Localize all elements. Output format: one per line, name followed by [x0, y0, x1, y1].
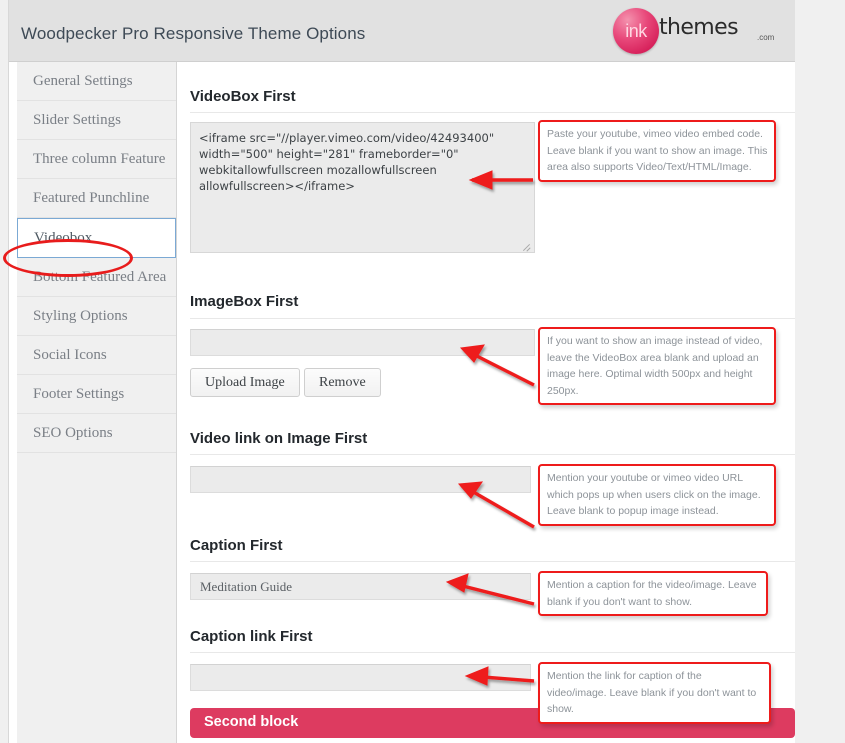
annotation-imagebox-hint: If you want to show an image instead of … — [538, 327, 776, 405]
imagebox-divider — [190, 318, 795, 319]
logo-word-text: themes — [659, 15, 739, 40]
annotation-video-link-hint: Mention your youtube or vimeo video URL … — [538, 464, 776, 526]
caption-divider — [190, 561, 795, 562]
sidebar-item-seo-options[interactable]: SEO Options — [17, 414, 176, 453]
sidebar-item-styling-options[interactable]: Styling Options — [17, 297, 176, 336]
annotation-caption-hint: Mention a caption for the video/image. L… — [538, 571, 768, 616]
annotation-caption-link-hint: Mention the link for caption of the vide… — [538, 662, 771, 724]
video-link-input[interactable] — [190, 466, 531, 493]
video-link-section-title: Video link on Image First — [190, 430, 368, 447]
settings-sidebar: General Settings Slider Settings Three c… — [17, 62, 177, 743]
sidebar-item-footer-settings[interactable]: Footer Settings — [17, 375, 176, 414]
upload-image-button[interactable]: Upload Image — [190, 368, 300, 397]
logo-suffix-text: .com — [757, 33, 775, 42]
annotation-videobox-hint: Paste your youtube, vimeo video embed co… — [538, 120, 776, 182]
caption-link-section-title: Caption link First — [190, 628, 313, 645]
video-link-divider — [190, 454, 795, 455]
videobox-embed-textarea[interactable] — [190, 122, 535, 253]
sidebar-item-featured-punchline[interactable]: Featured Punchline — [17, 179, 176, 218]
textarea-resize-handle-icon[interactable] — [522, 240, 532, 250]
videobox-section-title: VideoBox First — [190, 88, 296, 105]
sidebar-item-videobox[interactable]: Videobox — [17, 218, 176, 258]
page-title: Woodpecker Pro Responsive Theme Options — [21, 24, 366, 43]
caption-link-divider — [190, 652, 795, 653]
page-header: Woodpecker Pro Responsive Theme Options … — [9, 0, 795, 62]
sidebar-item-bottom-featured-area[interactable]: Bottom Featured Area — [17, 258, 176, 297]
caption-input[interactable] — [190, 573, 531, 600]
inkthemes-logo[interactable]: ink themes .com — [609, 6, 787, 56]
sidebar-item-three-column-feature[interactable]: Three column Feature — [17, 140, 176, 179]
sidebar-item-general-settings[interactable]: General Settings — [17, 62, 176, 101]
sidebar-item-slider-settings[interactable]: Slider Settings — [17, 101, 176, 140]
second-block-label: Second block — [204, 714, 299, 730]
caption-link-input[interactable] — [190, 664, 531, 691]
videobox-divider — [190, 112, 795, 113]
app-window: Woodpecker Pro Responsive Theme Options … — [0, 0, 845, 743]
sidebar-item-social-icons[interactable]: Social Icons — [17, 336, 176, 375]
caption-section-title: Caption First — [190, 537, 283, 554]
logo-mark-text: ink — [625, 21, 647, 41]
imagebox-section-title: ImageBox First — [190, 293, 299, 310]
remove-image-button[interactable]: Remove — [304, 368, 381, 397]
imagebox-path-input[interactable] — [190, 329, 535, 356]
